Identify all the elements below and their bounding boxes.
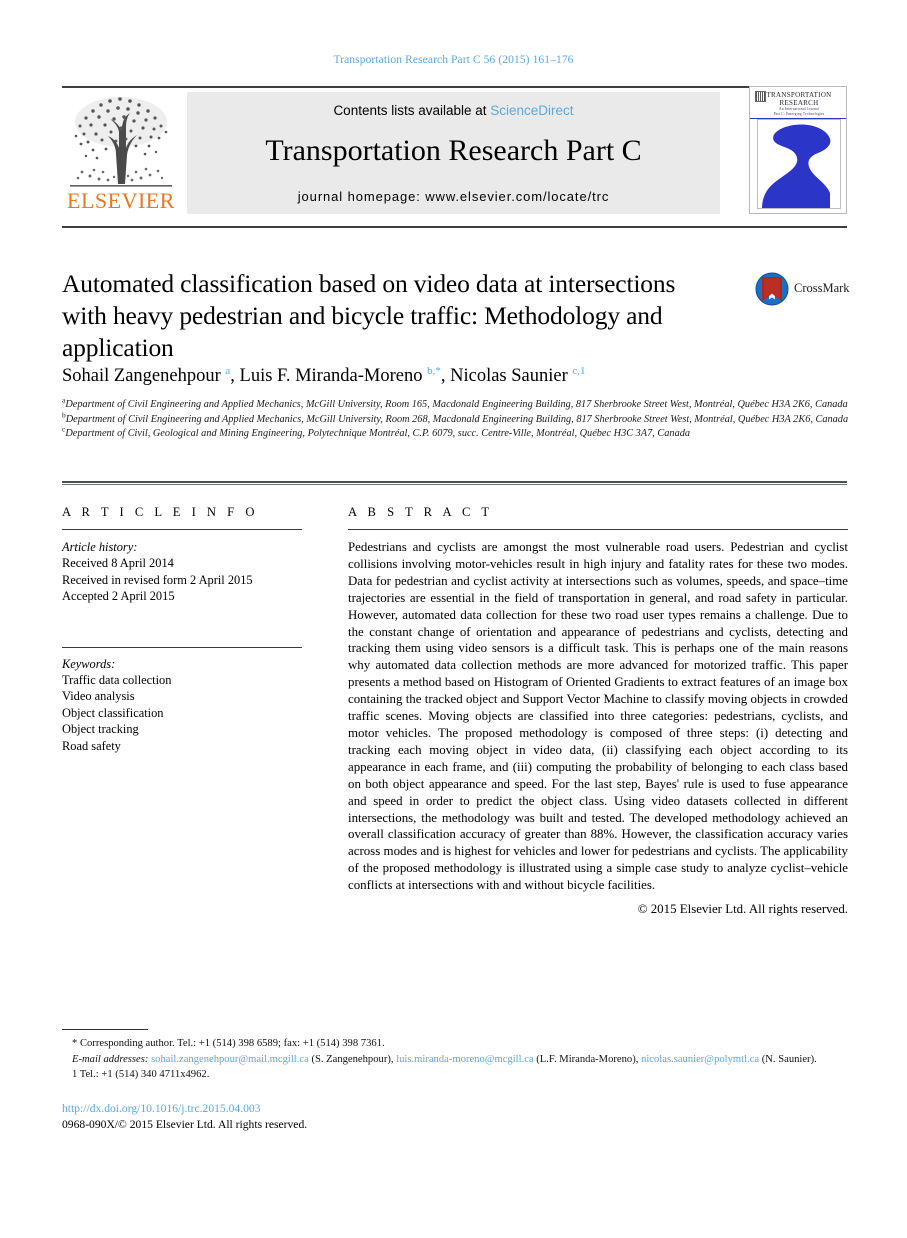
elsevier-wordmark: ELSEVIER [67,188,175,213]
running-head: Transportation Research Part C 56 (2015)… [333,54,574,66]
affiliation-list: aDepartment of Civil Engineering and App… [62,396,850,442]
article-info-column: A R T I C L E I N F O Article history: R… [62,505,302,754]
history-item: Received in revised form 2 April 2015 [62,572,253,587]
keyword-item: Object tracking [62,722,139,737]
double-rule-thick [62,481,847,483]
affiliation-text-c: Department of Civil, Geological and Mini… [65,428,691,439]
page-title: Automated classification based on video … [62,269,676,362]
issn-copyright: 0968-090X/© 2015 Elsevier Ltd. All right… [62,1118,308,1131]
journal-masthead: ELSEVIER Contents lists available at Sci… [62,86,847,214]
email-person-1: (S. Zangenehpour), [311,1053,394,1065]
footnote-rule [62,1029,148,1030]
elsevier-tree-icon [70,97,172,187]
keyword-item: Traffic data collection [62,673,172,688]
footnote-block: * Corresponding author. Tel.: +1 (514) 3… [62,1036,848,1083]
author-list: Sohail Zangenehpour a, Luis F. Miranda-M… [62,364,586,386]
crossmark-badge[interactable]: CrossMark [755,272,850,312]
abstract-column: A B S T R A C T Pedestrians and cyclists… [348,505,848,917]
doi-link[interactable]: http://dx.doi.org/10.1016/j.trc.2015.04.… [62,1101,662,1117]
cover-line-2: RESEARCH [779,99,819,107]
article-info-heading: A R T I C L E I N F O [62,505,259,519]
cover-road-icon [762,124,831,208]
affiliation-a: aDepartment of Civil Engineering and App… [62,396,850,412]
crossmark-label: CrossMark [794,281,850,295]
elsevier-logo: ELSEVIER [62,92,180,214]
tel-note: 1 Tel.: +1 (514) 340 4711x4962. [72,1069,210,1080]
keyword-item: Video analysis [62,689,135,704]
affiliation-b: bDepartment of Civil Engineering and App… [62,411,850,427]
email-person-3: (N. Saunier). [761,1053,817,1065]
crossmark-icon [755,272,789,306]
title-block: Automated classification based on video … [62,268,722,364]
journal-cover-thumbnail: TRANSPORTATION RESEARCH An International… [749,86,847,214]
cover-line-1: TRANSPORTATION [766,91,832,99]
email-person-2: (L.F. Miranda-Moreno), [536,1053,639,1065]
keywords-group: Keywords: Traffic data collection Video … [62,646,302,754]
sciencedirect-link[interactable]: ScienceDirect [490,103,573,118]
email-link-3[interactable]: nicolas.saunier@polymtl.ca [641,1054,759,1065]
article-info-rule [62,529,302,530]
corresponding-author-note: * Corresponding author. Tel.: +1 (514) 3… [72,1038,385,1049]
history-item: Received 8 April 2014 [62,556,174,571]
page-footer: http://dx.doi.org/10.1016/j.trc.2015.04.… [62,1101,662,1133]
contents-line: Contents lists available at ScienceDirec… [187,103,720,118]
affiliation-c: cDepartment of Civil, Geological and Min… [62,425,850,441]
section-double-rule [62,481,847,485]
journal-band: Contents lists available at ScienceDirec… [187,92,720,214]
keywords-list: Traffic data collection Video analysis O… [62,672,302,754]
contents-prefix: Contents lists available at [333,103,491,118]
email-addresses-note: E-mail addresses: sohail.zangenehpour@ma… [62,1052,848,1068]
journal-homepage[interactable]: journal homepage: www.elsevier.com/locat… [187,189,720,204]
abstract-rule [348,529,848,530]
affiliation-text-b: Department of Civil Engineering and Appl… [65,413,849,425]
abstract-heading: A B S T R A C T [348,505,494,519]
email-link-2[interactable]: luis.miranda-moreno@mcgill.ca [396,1054,533,1065]
abstract-text: Pedestrians and cyclists are amongst the… [348,540,848,893]
cover-line-4: Part C: Emerging Technologies [773,112,825,116]
history-item: Accepted 2 April 2015 [62,589,175,604]
email-link-1[interactable]: sohail.zangenehpour@mail.mcgill.ca [151,1054,309,1065]
keyword-item: Road safety [62,738,121,753]
journal-title: Transportation Research Part C [265,134,642,167]
masthead-bottom-rule [62,226,847,228]
article-history-list: Received 8 April 2014 Received in revise… [62,555,302,604]
double-rule-thin [62,484,847,485]
cover-artwork-frame [757,119,841,209]
email-addresses-label: E-mail addresses: [72,1053,149,1065]
masthead-top-rule [62,86,847,88]
cover-heading: TRANSPORTATION RESEARCH An International… [750,91,846,117]
abstract-copyright: © 2015 Elsevier Ltd. All rights reserved… [637,902,848,917]
paper-page: Transportation Research Part C 56 (2015)… [0,0,907,1238]
keywords-label: Keywords: [62,656,116,671]
affiliation-text-a: Department of Civil Engineering and Appl… [65,399,848,410]
keyword-item: Object classification [62,705,164,720]
keywords-rule [62,646,302,648]
article-history-label: Article history: [62,540,138,554]
